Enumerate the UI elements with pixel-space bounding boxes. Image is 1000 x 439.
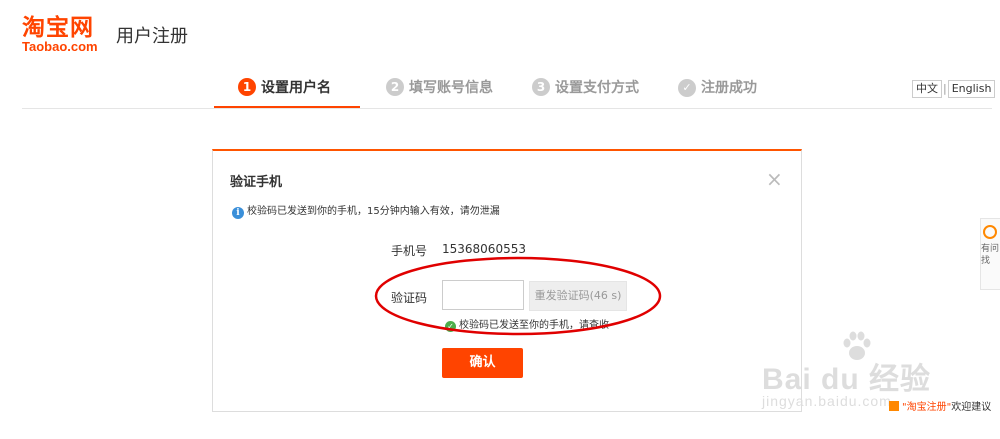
step-label: 填写账号信息: [409, 80, 493, 96]
info-icon: i: [232, 207, 244, 219]
baidu-watermark-url: jingyan.baidu.com: [762, 393, 892, 409]
feedback-text: 欢迎建议: [951, 402, 992, 413]
check-icon: ✓: [678, 79, 696, 97]
phone-number: 15368060553: [442, 242, 526, 256]
footer-links: [22, 432, 722, 439]
step-number: 3: [532, 78, 550, 96]
step-label: 设置支付方式: [555, 80, 639, 96]
step-set-username: 1 设置用户名: [214, 78, 360, 108]
page-title: 用户注册: [116, 26, 188, 47]
language-switcher: 中文 | English: [912, 80, 996, 98]
feedback-quote: "淘宝注册": [902, 402, 952, 413]
side-widget-text-1: 有问: [981, 244, 1000, 254]
logo-english-text: Taobao.com: [22, 39, 98, 54]
step-account-info: 2 填写账号信息: [386, 78, 493, 108]
dialog-title: 验证手机: [230, 175, 283, 190]
sms-notice: i 校验码已发送到你的手机，15分钟内输入有效，请勿泄漏: [232, 205, 500, 219]
confirm-button[interactable]: 确认: [442, 348, 523, 378]
step-label: 注册成功: [701, 80, 757, 96]
feedback-link[interactable]: "淘宝注册"欢迎建议: [889, 401, 991, 415]
lang-english[interactable]: English: [947, 80, 996, 98]
check-circle-icon: ✓: [445, 321, 456, 332]
hint-text: 校验码已发送至你的手机，请查收: [459, 320, 609, 331]
code-sent-hint: ✓ 校验码已发送至你的手机，请查收: [445, 319, 609, 333]
registration-steps: 1 设置用户名 2 填写账号信息 3 设置支付方式 ✓ 注册成功: [22, 68, 992, 109]
phone-label: 手机号: [391, 244, 428, 258]
code-label: 验证码: [391, 291, 428, 305]
notice-text: 校验码已发送到你的手机，15分钟内输入有效，请勿泄漏: [247, 206, 500, 217]
feedback-icon: [889, 401, 899, 411]
baidu-watermark: Bai du 经验: [762, 363, 932, 396]
side-help-widget[interactable]: 有问 找: [980, 218, 1000, 290]
taobao-logo[interactable]: 淘宝网 Taobao.com: [22, 16, 112, 54]
step-label: 设置用户名: [261, 80, 331, 96]
lang-chinese[interactable]: 中文: [912, 80, 942, 98]
verify-phone-dialog: 验证手机 × i 校验码已发送到你的手机，15分钟内输入有效，请勿泄漏 手机号 1…: [212, 149, 802, 412]
side-widget-text-2: 找: [981, 256, 991, 266]
step-success: ✓ 注册成功: [678, 78, 757, 108]
resend-code-button[interactable]: 重发验证码(46 s): [529, 281, 627, 311]
step-number: 1: [238, 78, 256, 96]
logo-chinese-text: 淘宝网: [22, 15, 94, 41]
clock-icon: [983, 225, 997, 239]
step-number: 2: [386, 78, 404, 96]
verification-code-input[interactable]: [442, 280, 524, 310]
close-icon[interactable]: ×: [766, 169, 783, 189]
step-payment-method: 3 设置支付方式: [532, 78, 639, 108]
